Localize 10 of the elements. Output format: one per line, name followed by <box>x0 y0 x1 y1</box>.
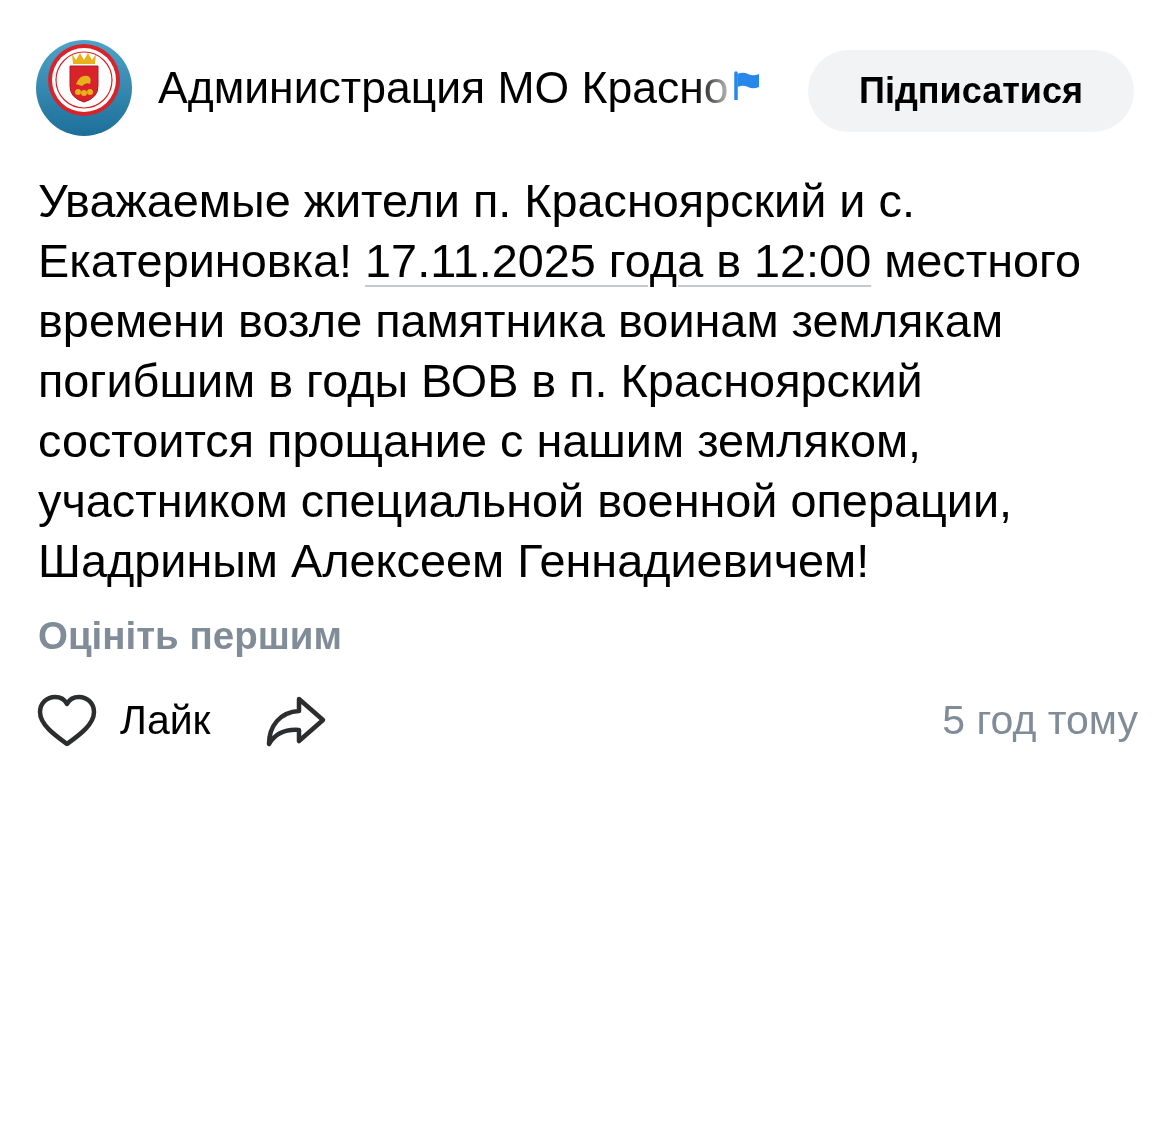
share-button[interactable] <box>264 694 327 748</box>
channel-name[interactable]: Администрация МО Красно <box>158 61 729 115</box>
subscribe-button[interactable]: Підписатися <box>808 50 1134 132</box>
share-icon <box>264 694 327 748</box>
emblem-avatar-icon[interactable] <box>36 40 132 136</box>
date-link[interactable]: 17.11.2025 года в 12:00 <box>365 235 872 287</box>
post-text: Уважаемые жители п. Красноярский и с. Екатериновка! 17.11.2025 года в 12:00 местного времени возле памятника воинам землякам погибшим в годы ВОВ в п. Красноярский состоится прощание с нашим земляком, участником специальной военной операции, Шадриным Алексеем Геннадиевичем! <box>38 174 1083 589</box>
like-button[interactable]: Лайк <box>36 690 211 751</box>
heart-icon <box>36 694 98 748</box>
post-time: 5 год тому <box>942 696 1138 746</box>
